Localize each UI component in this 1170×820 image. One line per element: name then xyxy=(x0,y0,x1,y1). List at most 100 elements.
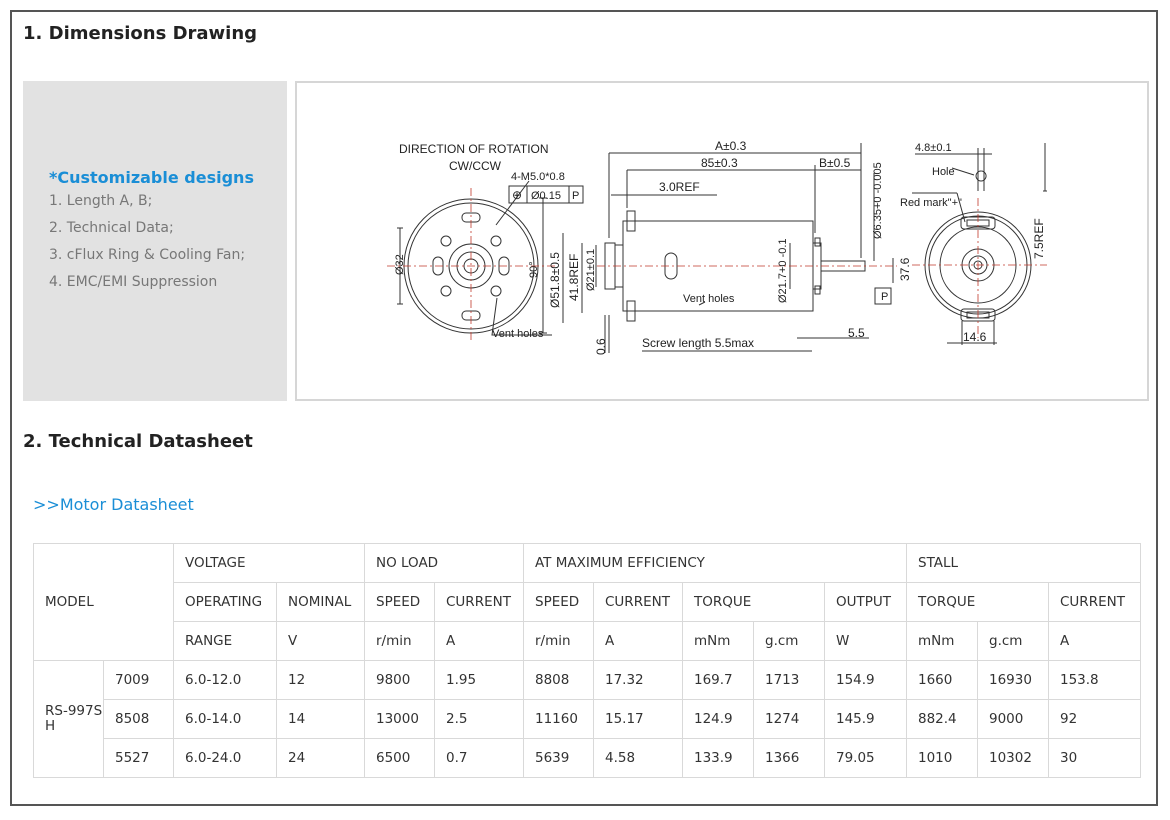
custom-item: 3. cFlux Ring & Cooling Fan; xyxy=(49,247,246,263)
tolerance-symbol: ⊕ xyxy=(512,188,522,202)
header-stall: STALL xyxy=(906,543,1141,583)
table-cell: 92 xyxy=(1048,699,1141,739)
table-cell: 14 xyxy=(276,699,365,739)
table-cell: 882.4 xyxy=(906,699,978,739)
header-operating: OPERATING xyxy=(173,582,277,622)
table-cell: 6.0-24.0 xyxy=(173,738,277,778)
header-nominal: NOMINAL xyxy=(276,582,365,622)
table-cell: 1274 xyxy=(753,699,825,739)
table-cell: 133.9 xyxy=(682,738,754,778)
motor-drawing-svg: DIRECTION OF ROTATION CW/CCW 4-M5.0*0.8 … xyxy=(387,139,1047,355)
table-cell: 5527 xyxy=(103,738,174,778)
table-cell: 2.5 xyxy=(434,699,524,739)
dim-3ref: 3.0REF xyxy=(659,180,700,194)
header-torque: TORQUE xyxy=(682,582,825,622)
vent-holes-side: Vent holes xyxy=(683,293,735,305)
dim-7-5ref: 7.5REF xyxy=(1032,218,1046,259)
rotation-title: DIRECTION OF ROTATION xyxy=(399,142,549,156)
table-row: 5527 6.0-24.0 24 6500 0.7 5639 4.58 133.… xyxy=(34,738,1141,778)
table-cell: 11160 xyxy=(523,699,594,739)
header-torque: TORQUE xyxy=(906,582,1049,622)
motor-datasheet-link[interactable]: >>Motor Datasheet xyxy=(33,495,194,514)
table-cell: 15.17 xyxy=(593,699,683,739)
table-cell: 17.32 xyxy=(593,660,683,700)
dim-32: Ø32 xyxy=(394,254,406,275)
table-cell: 7009 xyxy=(103,660,174,700)
header-speed: SPEED xyxy=(523,582,594,622)
dim-b: B±0.5 xyxy=(819,156,851,170)
table-cell: 8508 xyxy=(103,699,174,739)
dimensions-heading: 1. Dimensions Drawing xyxy=(23,23,258,44)
dim-a: A±0.3 xyxy=(715,139,747,153)
table-cell: 169.7 xyxy=(682,660,754,700)
thread-label: 4-M5.0*0.8 xyxy=(511,171,565,183)
datasheet-heading: 2. Technical Datasheet xyxy=(23,431,253,452)
table-cell: 154.9 xyxy=(824,660,907,700)
table-cell: 16930 xyxy=(977,660,1049,700)
table-cell: 4.58 xyxy=(593,738,683,778)
hole-label: Hole xyxy=(932,166,955,178)
table-cell: 79.05 xyxy=(824,738,907,778)
table-cell: 1.95 xyxy=(434,660,524,700)
unit-cell: r/min xyxy=(364,621,435,661)
table-cell: 24 xyxy=(276,738,365,778)
customizable-heading: *Customizable designs xyxy=(49,168,254,187)
table-cell: 9000 xyxy=(977,699,1049,739)
table-cell: 6.0-14.0 xyxy=(173,699,277,739)
unit-cell: RANGE xyxy=(173,621,277,661)
dim-21-7: Ø21.7+0 -0.1 xyxy=(777,238,789,303)
unit-cell: V xyxy=(276,621,365,661)
table-cell: 30 xyxy=(1048,738,1141,778)
unit-cell: mNm xyxy=(906,621,978,661)
datum-p-label: P xyxy=(881,291,888,303)
datum-label: P xyxy=(572,190,579,202)
table-row: RS-997SH 7009 6.0-12.0 12 9800 1.95 8808… xyxy=(33,660,1141,778)
table-cell: 8808 xyxy=(523,660,594,700)
table-cell: 10302 xyxy=(977,738,1049,778)
dim-41-8: 41.8REF xyxy=(567,254,581,301)
customizable-panel: *Customizable designs 1. Length A, B; 2.… xyxy=(23,81,287,401)
red-mark-label: Red mark"+" xyxy=(900,197,962,209)
table-cell: 9800 xyxy=(364,660,435,700)
unit-cell: g.cm xyxy=(753,621,825,661)
custom-item: 4. EMC/EMI Suppression xyxy=(49,274,218,290)
custom-item: 1. Length A, B; xyxy=(49,193,153,209)
unit-cell: r/min xyxy=(523,621,594,661)
header-current: CURRENT xyxy=(1048,582,1141,622)
table-cell: 124.9 xyxy=(682,699,754,739)
table-cell: 145.9 xyxy=(824,699,907,739)
table-cell: 13000 xyxy=(364,699,435,739)
dim-5-5: 5.5 xyxy=(848,326,865,340)
screw-length: Screw length 5.5max xyxy=(642,336,754,350)
header-current: CURRENT xyxy=(434,582,524,622)
table-cell: 12 xyxy=(276,660,365,700)
table-cell: 153.8 xyxy=(1048,660,1141,700)
vent-holes-front: Vent holes xyxy=(492,328,544,340)
header-speed: SPEED xyxy=(364,582,435,622)
unit-cell: A xyxy=(434,621,524,661)
dim-4-8: 4.8±0.1 xyxy=(915,142,952,154)
dim-90: 90° xyxy=(528,261,540,278)
unit-cell: W xyxy=(824,621,907,661)
dim-85: 85±0.3 xyxy=(701,156,738,170)
header-output: OUTPUT xyxy=(824,582,907,622)
header-max-efficiency: AT MAXIMUM EFFICIENCY xyxy=(523,543,907,583)
dimensions-drawing: DIRECTION OF ROTATION CW/CCW 4-M5.0*0.8 … xyxy=(295,81,1149,401)
datasheet-table: MODEL VOLTAGE NO LOAD AT MAXIMUM EFFICIE… xyxy=(33,543,1141,778)
header-model: MODEL xyxy=(33,543,174,661)
table-cell: 1660 xyxy=(906,660,978,700)
unit-cell: g.cm xyxy=(977,621,1049,661)
dim-0-6: 0.6 xyxy=(594,338,608,355)
dim-51-8: Ø51.8±0.5 xyxy=(548,252,562,308)
table-row: 8508 6.0-14.0 14 13000 2.5 11160 15.17 1… xyxy=(34,699,1141,739)
table-cell: 0.7 xyxy=(434,738,524,778)
table-cell: 5639 xyxy=(523,738,594,778)
rotation-value: CW/CCW xyxy=(449,159,502,173)
tolerance-value: Ø0.15 xyxy=(531,190,561,202)
table-cell: 6500 xyxy=(364,738,435,778)
table-cell: 1366 xyxy=(753,738,825,778)
table-cell: 1713 xyxy=(753,660,825,700)
table-cell: 1010 xyxy=(906,738,978,778)
header-no-load: NO LOAD xyxy=(364,543,524,583)
dim-37-6: 37.6 xyxy=(898,257,912,281)
